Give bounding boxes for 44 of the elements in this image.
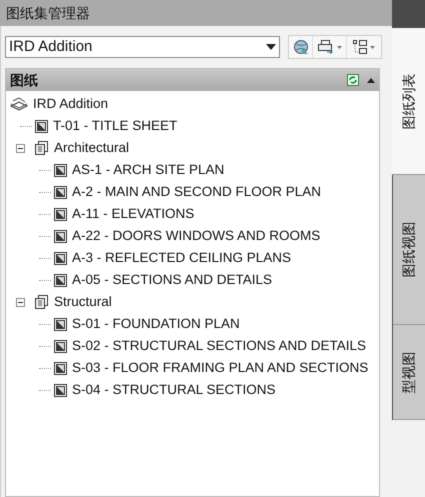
tree-item[interactable]: Architectural xyxy=(54,138,130,158)
side-tab[interactable]: 图纸列表 xyxy=(392,28,425,175)
tree-item[interactable]: A-22 - DOORS WINDOWS AND ROOMS xyxy=(72,226,320,246)
tree-item[interactable]: S-02 - STRUCTURAL SECTIONS AND DETAILS xyxy=(72,336,366,356)
sheet-icon xyxy=(54,318,67,330)
tree-item[interactable]: A-05 - SECTIONS AND DETAILS xyxy=(72,270,272,290)
collapse-arrow-icon[interactable] xyxy=(367,78,375,82)
sheet-icon xyxy=(54,274,67,286)
caret-icon xyxy=(370,46,375,48)
window-title: 图纸集管理器 xyxy=(0,0,392,26)
sheet-set-dropdown[interactable]: IRD Addition xyxy=(5,36,280,58)
caret-icon xyxy=(336,46,342,48)
sheet-icon xyxy=(54,252,67,264)
tree-item[interactable]: Structural xyxy=(54,292,112,312)
stacked-sheets-icon xyxy=(35,295,49,309)
sheet-icon xyxy=(54,340,67,352)
collapse-toggle[interactable] xyxy=(16,144,25,152)
sheet-icon xyxy=(35,120,48,132)
tree-item[interactable]: A-11 - ELEVATIONS xyxy=(72,204,194,224)
tree-item[interactable]: S-01 - FOUNDATION PLAN xyxy=(72,314,240,334)
layout-icon xyxy=(353,40,367,54)
printer-icon xyxy=(318,40,334,54)
globe-icon xyxy=(292,39,308,55)
stacked-sheets-icon xyxy=(35,141,49,155)
side-tab[interactable]: 图纸视图 xyxy=(393,175,425,325)
tree-item[interactable]: T-01 - TITLE SHEET xyxy=(53,116,178,136)
tree-item[interactable]: AS-1 - ARCH SITE PLAN xyxy=(72,160,224,180)
sheet-icon xyxy=(54,208,67,220)
collapse-toggle[interactable] xyxy=(16,298,25,306)
dropdown-arrow-icon xyxy=(266,44,276,50)
side-tab[interactable]: 型视图 xyxy=(393,325,425,420)
panel-title: 图纸 xyxy=(10,70,38,90)
sheet-icon xyxy=(54,384,67,396)
tree-item[interactable]: A-3 - REFLECTED CEILING PLANS xyxy=(72,248,292,268)
sheet-icon xyxy=(54,362,67,374)
tree-item[interactable]: IRD Addition xyxy=(33,94,108,114)
sheet-icon xyxy=(54,230,67,242)
sheet-icon xyxy=(54,164,67,176)
refresh-icon[interactable] xyxy=(347,74,359,86)
tree-item[interactable]: A-2 - MAIN AND SECOND FLOOR PLAN xyxy=(72,182,322,202)
tree-item[interactable]: S-03 - FLOOR FRAMING PLAN AND SECTIONS xyxy=(72,358,368,378)
sheet-icon xyxy=(54,186,67,198)
sheet-set-icon xyxy=(10,97,28,111)
tree-item[interactable]: S-04 - STRUCTURAL SECTIONS xyxy=(72,380,276,400)
